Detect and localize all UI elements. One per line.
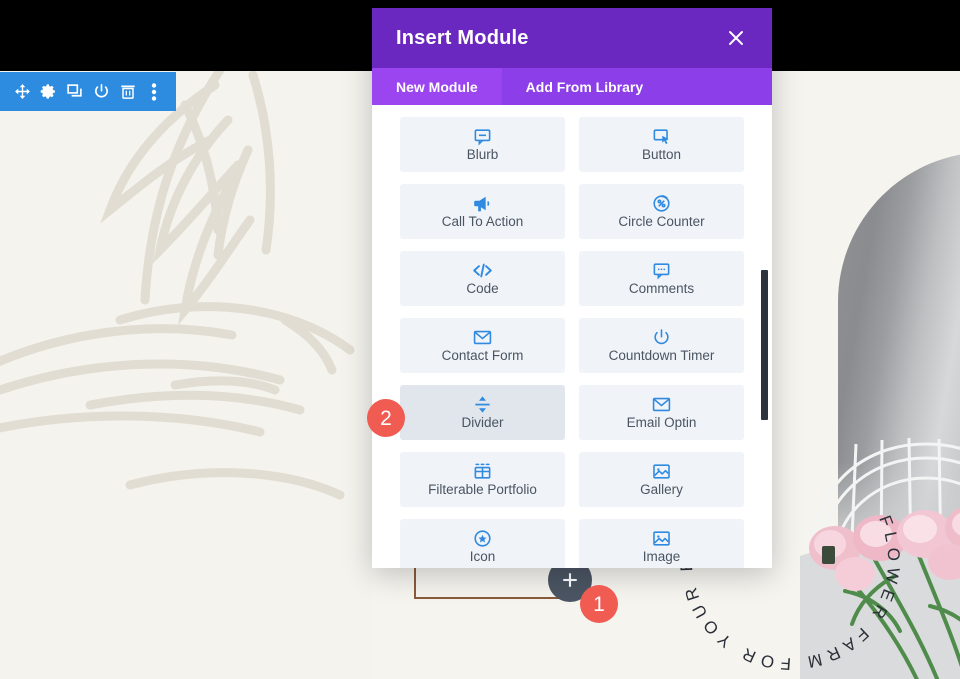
tab-add-from-library[interactable]: Add From Library: [502, 68, 667, 105]
envelope-icon: [652, 395, 671, 413]
envelope-icon: [473, 328, 492, 346]
module-card-label: Email Optin: [626, 415, 697, 431]
module-card-email-optin[interactable]: Email Optin: [579, 385, 744, 440]
modal-body: Blurb Button Call To Action Circle Counter C…: [372, 105, 772, 568]
gallery-icon: [652, 462, 671, 480]
step-badge-2: 2: [367, 399, 405, 437]
module-grid: Blurb Button Call To Action Circle Counter C…: [400, 117, 744, 568]
modal-scrollbar-thumb[interactable]: [761, 270, 768, 420]
duplicate-icon[interactable]: [65, 82, 85, 102]
plus-icon: [563, 573, 577, 587]
close-icon[interactable]: [724, 26, 748, 50]
image-icon: [652, 529, 671, 547]
module-card-image[interactable]: Image: [579, 519, 744, 568]
comments-icon: [652, 261, 671, 280]
module-card-label: Contact Form: [441, 348, 524, 364]
module-toolbar[interactable]: [0, 72, 176, 111]
insert-module-modal: Insert Module New Module Add From Librar…: [372, 8, 772, 568]
blurb-icon: [473, 127, 492, 146]
more-options-icon[interactable]: [144, 82, 164, 102]
button-icon: [652, 127, 671, 145]
module-card-divider[interactable]: Divider: [400, 385, 565, 440]
step-badge-1: 1: [580, 585, 618, 623]
module-card-contact-form[interactable]: Contact Form: [400, 318, 565, 373]
modal-header: Insert Module: [372, 8, 772, 68]
tab-new-module[interactable]: New Module: [372, 68, 502, 105]
trash-icon[interactable]: [118, 82, 138, 102]
clock-icon: [652, 328, 671, 346]
move-icon[interactable]: [12, 82, 32, 102]
page-title: Insert Module: [396, 26, 529, 49]
module-card-blurb[interactable]: Blurb: [400, 117, 565, 172]
power-icon[interactable]: [91, 82, 111, 102]
megaphone-icon: [473, 194, 492, 212]
grid-icon: [473, 462, 492, 480]
circle-counter-icon: [652, 194, 671, 212]
decorative-left-panel: [0, 70, 372, 679]
module-card-label: Button: [641, 147, 682, 163]
module-card-label: Comments: [628, 281, 695, 297]
module-card-code[interactable]: Code: [400, 251, 565, 306]
module-card-label: Image: [642, 549, 681, 565]
module-card-filterable-portfolio[interactable]: Filterable Portfolio: [400, 452, 565, 507]
module-card-label: Divider: [461, 415, 504, 431]
module-card-label: Filterable Portfolio: [428, 482, 537, 498]
module-card-label: Gallery: [640, 482, 683, 498]
module-card-label: Icon: [469, 549, 496, 565]
modal-tabs: New Module Add From Library: [372, 68, 772, 105]
module-card-label: Countdown Timer: [608, 348, 715, 364]
module-card-label: Code: [466, 281, 499, 297]
module-card-comments[interactable]: Comments: [579, 251, 744, 306]
module-card-label: Circle Counter: [618, 214, 705, 230]
module-card-call-to-action[interactable]: Call To Action: [400, 184, 565, 239]
star-circle-icon: [473, 529, 492, 547]
module-card-button[interactable]: Button: [579, 117, 744, 172]
module-card-countdown-timer[interactable]: Countdown Timer: [579, 318, 744, 373]
module-card-gallery[interactable]: Gallery: [579, 452, 744, 507]
module-card-label: Blurb: [466, 147, 499, 163]
divider-icon: [473, 395, 492, 413]
module-card-label: Call To Action: [441, 214, 524, 230]
screen: FLOWER FARM FOR YOUR EVENTS: [0, 0, 960, 679]
module-card-icon[interactable]: Icon: [400, 519, 565, 568]
module-card-circle-counter[interactable]: Circle Counter: [579, 184, 744, 239]
floral-line-art-icon: [0, 70, 355, 500]
code-icon: [472, 261, 493, 279]
gear-icon[interactable]: [38, 82, 58, 102]
